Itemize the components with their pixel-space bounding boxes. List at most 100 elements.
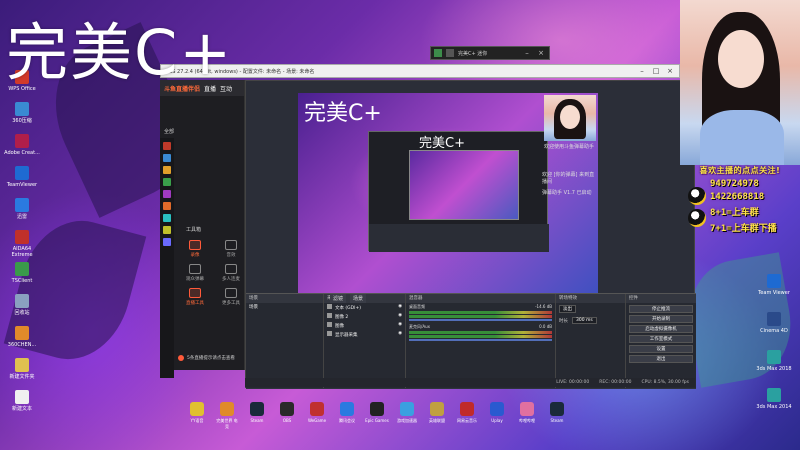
duration-input[interactable]: 300 ms: [572, 317, 597, 324]
desktop-icon[interactable]: Cinema 4D: [752, 312, 796, 334]
tool-sound[interactable]: 音效: [216, 240, 246, 258]
desktop-icon[interactable]: 360压缩: [2, 102, 42, 124]
helper-sidebar-label: 全部: [164, 129, 175, 135]
category-icon[interactable]: [163, 214, 171, 222]
more-icon: [225, 288, 237, 298]
app-icon: [250, 402, 264, 416]
desktop-icon-label: 360压缩: [12, 118, 32, 124]
desktop-icon[interactable]: YY语音: [185, 402, 209, 430]
helper-category-list: [160, 138, 174, 378]
desktop-icon[interactable]: 网易云音乐: [455, 402, 479, 430]
source-item[interactable]: 图像 2 ◉: [324, 312, 405, 321]
eye-icon[interactable]: ◉: [398, 331, 402, 338]
eye-icon[interactable]: ◉: [398, 322, 402, 329]
volume-slider[interactable]: [409, 319, 552, 321]
promo-line: 7+1=上车群下播: [710, 224, 777, 234]
source-item[interactable]: 显示器采集 ◉: [324, 330, 405, 339]
transition-select[interactable]: 淡出: [559, 305, 576, 313]
preview-webcam: [544, 95, 596, 141]
watermark-title: 完美C+: [6, 16, 234, 89]
desktop-icon-label: OBS: [282, 418, 292, 423]
status-rec: REC: 00:00:00: [599, 380, 632, 385]
controls-title: 控件: [626, 294, 696, 303]
tab-filters[interactable]: 滤镜: [330, 294, 347, 303]
desktop-icon[interactable]: Uplay: [485, 402, 509, 430]
desktop-icon[interactable]: 360CHEN...: [2, 326, 42, 348]
category-icon[interactable]: [163, 166, 171, 174]
category-icon[interactable]: [163, 190, 171, 198]
studio-mode-button[interactable]: 工作室模式: [629, 335, 693, 343]
desktop-icon[interactable]: 哔哩哔哩: [515, 402, 539, 430]
tool-danmaku[interactable]: 观众弹幕: [180, 264, 210, 282]
desktop-icon[interactable]: 腾讯会议: [335, 402, 359, 430]
source-item[interactable]: 文本 (GDI+) ◉: [324, 303, 405, 312]
category-icon[interactable]: [163, 202, 171, 210]
obs-title-bar[interactable]: OBS 27.2.4 (64-bit, windows) - 配置文件: 未命名…: [160, 64, 680, 78]
nested-watermark: 完美C+: [419, 136, 465, 151]
desktop-icon[interactable]: Steam: [545, 402, 569, 430]
desktop-icon-label: YY语音: [190, 418, 204, 423]
desktop-icon[interactable]: 新建文本: [2, 390, 42, 412]
category-icon[interactable]: [163, 178, 171, 186]
app-icon: [767, 312, 781, 326]
maximize-icon[interactable]: □: [651, 66, 661, 76]
close-icon[interactable]: ×: [536, 48, 546, 58]
desktop-icon[interactable]: 3ds Max 2014: [752, 388, 796, 410]
tool-record[interactable]: 录像: [180, 240, 210, 258]
desktop-icon[interactable]: 回收站: [2, 294, 42, 316]
helper-bottom-notice[interactable]: 5条直播提示请点击查看: [178, 355, 235, 361]
desktop-icon[interactable]: 迅雷: [2, 198, 42, 220]
desktop-icon[interactable]: TSClient: [2, 262, 42, 284]
minimize-icon[interactable]: –: [522, 48, 532, 58]
obs-window: 完美C+ 完美C+ 欢迎使用斗鱼弹幕助手 欢迎 [你的弹幕] 来到直播间 弹幕助…: [245, 80, 696, 389]
minimize-icon[interactable]: –: [637, 66, 647, 76]
scene-item[interactable]: 场景: [246, 303, 323, 311]
nested-docks: [369, 224, 549, 252]
desktop-icon[interactable]: 英雄联盟: [425, 402, 449, 430]
tool-multi-mic[interactable]: 多人连麦: [216, 264, 246, 282]
desktop-icon[interactable]: 新建文件夹: [2, 358, 42, 380]
app-icon: [550, 402, 564, 416]
source-item[interactable]: 图像 ◉: [324, 321, 405, 330]
app-icon: [370, 402, 384, 416]
tool-more[interactable]: 更多工具: [216, 288, 246, 306]
desktop-icon[interactable]: 游戏加速器: [395, 402, 419, 430]
exit-button[interactable]: 退出: [629, 355, 693, 363]
desktop-icon-label: Steam: [550, 418, 564, 423]
start-record-button[interactable]: 开始录制: [629, 315, 693, 323]
desktop-icon[interactable]: Team Viewer: [752, 274, 796, 296]
app-icon: [15, 134, 29, 148]
category-icon[interactable]: [163, 238, 171, 246]
desktop-icon[interactable]: Adobe Creat...: [2, 134, 42, 156]
category-icon[interactable]: [163, 142, 171, 150]
desktop-icon-label: 哔哩哔哩: [519, 418, 535, 423]
category-icon[interactable]: [163, 226, 171, 234]
virtual-camera-button[interactable]: 启动虚拟摄像机: [629, 325, 693, 333]
eye-icon[interactable]: ◉: [398, 304, 402, 311]
category-icon[interactable]: [163, 154, 171, 162]
nested-obs-window: 完美C+: [368, 131, 549, 252]
desktop-icon-label: TeamViewer: [6, 182, 38, 188]
app-icon: [520, 402, 534, 416]
stop-stream-button[interactable]: 停止推流: [629, 305, 693, 313]
tab-scene[interactable]: 场景: [350, 294, 367, 303]
obs-preview[interactable]: 完美C+ 完美C+ 欢迎使用斗鱼弹幕助手 欢迎 [你的弹幕] 来到直播间 弹幕助…: [298, 93, 598, 293]
app-icon: [400, 402, 414, 416]
status-cpu: CPU: 8.5%, 30.00 fps: [641, 380, 690, 385]
desktop-icon[interactable]: WeGame: [305, 402, 329, 430]
close-icon[interactable]: ×: [665, 66, 675, 76]
desktop-icon[interactable]: 3ds Max 2018: [752, 350, 796, 372]
settings-button[interactable]: 设置: [629, 345, 693, 353]
desktop-icon[interactable]: Steam: [245, 402, 269, 430]
desktop-icon[interactable]: TeamViewer: [2, 166, 42, 188]
desktop-icon-label: AIDA64 Extreme: [11, 246, 33, 258]
eye-icon[interactable]: ◉: [398, 313, 402, 320]
desktop-icon[interactable]: Epic Games: [365, 402, 389, 430]
volume-slider[interactable]: [409, 339, 552, 341]
desktop-icon[interactable]: OBS: [275, 402, 299, 430]
desktop-icon-label: 迅雷: [16, 214, 27, 220]
desktop-icon[interactable]: 完美世界 电竞: [215, 402, 239, 430]
tool-live-tools[interactable]: 直播工具: [180, 288, 210, 306]
mini-window-bar[interactable]: 完美C+ 迷你 – ×: [430, 46, 550, 60]
desktop-icon[interactable]: AIDA64 Extreme: [2, 230, 42, 258]
